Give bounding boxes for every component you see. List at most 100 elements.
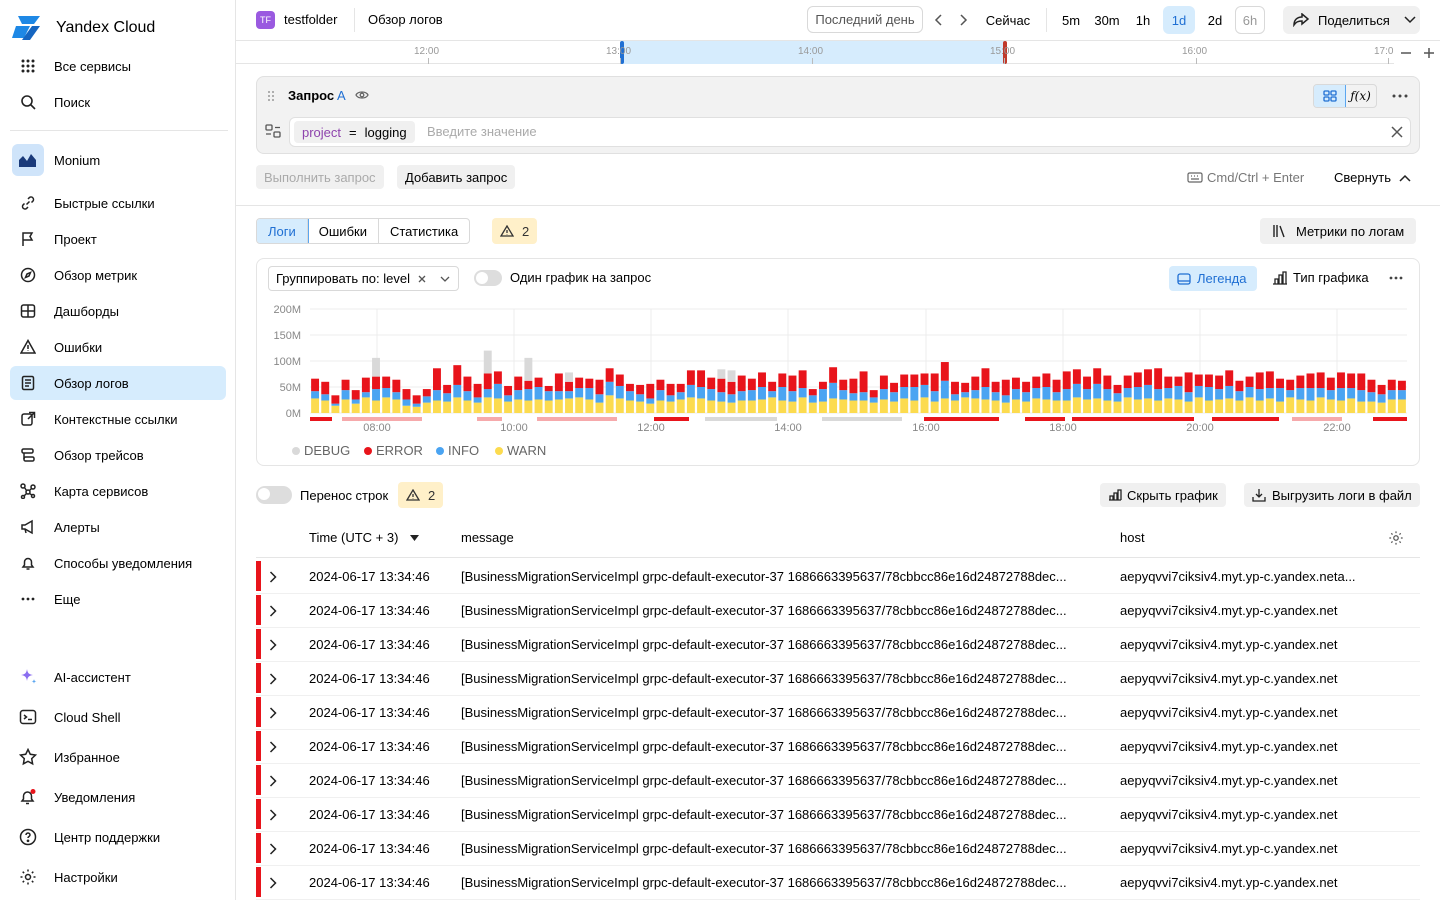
close-icon[interactable] bbox=[418, 275, 426, 283]
zoom-out-icon[interactable] bbox=[1400, 47, 1412, 59]
chevron-right-icon[interactable] bbox=[269, 809, 277, 821]
time-back-button[interactable] bbox=[930, 10, 948, 30]
table-row[interactable]: 2024-06-17 13:34:46 [BusinessMigrationSer… bbox=[256, 560, 1420, 594]
legend-item-info[interactable]: INFO bbox=[436, 443, 479, 458]
sidebar-item-metrics[interactable]: Обзор метрик bbox=[10, 258, 226, 292]
sidebar-item-favorites[interactable]: Избранное bbox=[10, 740, 226, 774]
sidebar-item-support[interactable]: Центр поддержки bbox=[10, 820, 226, 854]
tab-statistics[interactable]: Статистика bbox=[379, 219, 469, 243]
run-query-button[interactable]: Выполнить запрос bbox=[256, 165, 384, 189]
bar-segment-info bbox=[1133, 387, 1142, 400]
timeline-navigator[interactable]: 12:00 13:00 14:00 15:00 16:00 17:0 bbox=[236, 40, 1440, 64]
chevron-right-icon[interactable] bbox=[269, 673, 277, 685]
bar-segment-warn bbox=[1194, 397, 1203, 413]
table-row[interactable]: 2024-06-17 13:34:46 [BusinessMigrationSer… bbox=[256, 662, 1420, 696]
sidebar-item-notify-methods[interactable]: Способы уведомления bbox=[10, 546, 226, 580]
sidebar-item-more[interactable]: Еще bbox=[10, 582, 226, 616]
chevron-right-icon[interactable] bbox=[269, 571, 277, 583]
add-query-button[interactable]: Добавить запрос bbox=[397, 165, 516, 189]
sidebar-item-quick-links[interactable]: Быстрые ссылки bbox=[10, 186, 226, 220]
table-row[interactable]: 2024-06-17 13:34:46 [BusinessMigrationSer… bbox=[256, 764, 1420, 798]
legend-item-error[interactable]: ERROR bbox=[364, 443, 423, 458]
legend-item-debug[interactable]: DEBUG bbox=[292, 443, 350, 458]
warnings-badge[interactable]: 2 bbox=[492, 218, 538, 244]
sidebar-item-service-map[interactable]: Карта сервисов bbox=[10, 474, 226, 508]
preset-5m[interactable]: 5m bbox=[1056, 6, 1086, 34]
column-header-message[interactable]: message bbox=[461, 530, 514, 545]
legend-item-warn[interactable]: WARN bbox=[495, 443, 546, 458]
sidebar-item-errors[interactable]: Ошибки bbox=[10, 330, 226, 364]
collapse-button[interactable]: Свернуть bbox=[1334, 170, 1411, 185]
column-header-time[interactable]: Time (UTC + 3) bbox=[309, 530, 420, 545]
preset-1h[interactable]: 1h bbox=[1128, 6, 1158, 34]
sidebar-service-monium[interactable]: Monium bbox=[10, 142, 226, 178]
sidebar-item-ai-assistant[interactable]: AI-ассистент bbox=[10, 660, 226, 694]
builder-mode-button[interactable] bbox=[1314, 85, 1346, 107]
preset-2d[interactable]: 2d bbox=[1199, 6, 1231, 34]
now-button[interactable]: Сейчас bbox=[980, 8, 1036, 32]
sidebar-item-project[interactable]: Проект bbox=[10, 222, 226, 256]
sidebar-item-logs[interactable]: Обзор логов bbox=[10, 366, 226, 400]
gear-icon[interactable] bbox=[1388, 530, 1404, 546]
bar-segment-info bbox=[1062, 389, 1071, 401]
chevron-right-icon[interactable] bbox=[269, 741, 277, 753]
query-title: Запрос bbox=[288, 88, 335, 103]
sidebar-item-cloud-shell[interactable]: Cloud Shell bbox=[10, 700, 226, 734]
chevron-right-icon[interactable] bbox=[269, 605, 277, 617]
log-metrics-button[interactable]: Метрики по логам bbox=[1260, 218, 1417, 244]
preset-6h[interactable]: 6h bbox=[1235, 6, 1265, 34]
more-horizontal-icon[interactable] bbox=[1392, 94, 1408, 98]
time-forward-button[interactable] bbox=[954, 10, 972, 30]
one-chart-per-query-toggle[interactable] bbox=[474, 270, 502, 286]
chevron-right-icon[interactable] bbox=[269, 775, 277, 787]
table-row[interactable]: 2024-06-17 13:34:46 [BusinessMigrationSer… bbox=[256, 866, 1420, 900]
group-by-select[interactable]: Группировать по: level bbox=[268, 266, 459, 291]
eye-icon[interactable] bbox=[355, 90, 369, 100]
sidebar-item-alerts[interactable]: Алерты bbox=[10, 510, 226, 544]
tab-logs[interactable]: Логи bbox=[257, 219, 309, 243]
bar-segment-error bbox=[829, 367, 838, 383]
more-horizontal-icon[interactable] bbox=[1389, 276, 1403, 280]
table-row[interactable]: 2024-06-17 13:34:46 [BusinessMigrationSer… bbox=[256, 628, 1420, 662]
table-row[interactable]: 2024-06-17 13:34:46 [BusinessMigrationSer… bbox=[256, 696, 1420, 730]
bar-segment-error bbox=[361, 377, 370, 393]
filter-chip[interactable]: project = logging bbox=[294, 121, 415, 143]
drag-handle-icon[interactable] bbox=[267, 90, 275, 102]
legend-toggle-button[interactable]: Легенда bbox=[1169, 266, 1257, 291]
sidebar-item-search[interactable]: Поиск bbox=[10, 85, 226, 119]
sidebar-item-label: Карта сервисов bbox=[54, 483, 149, 499]
preset-1d[interactable]: 1d bbox=[1163, 6, 1195, 34]
log-volume-chart[interactable]: 0M 50M 100M 150M 200M 08:00 10:00 12:00 14:00 16:… bbox=[257, 295, 1417, 435]
chevron-right-icon[interactable] bbox=[269, 877, 277, 889]
chart-type-button[interactable]: Тип графика bbox=[1272, 270, 1369, 285]
sidebar-item-dashboards[interactable]: Дашборды bbox=[10, 294, 226, 328]
chevron-right-icon[interactable] bbox=[269, 843, 277, 855]
preset-30m[interactable]: 30m bbox=[1090, 6, 1124, 34]
share-button[interactable]: Поделиться bbox=[1283, 6, 1420, 34]
table-warnings-badge[interactable]: 2 bbox=[398, 482, 444, 508]
table-row[interactable]: 2024-06-17 13:34:46 [BusinessMigrationSer… bbox=[256, 594, 1420, 628]
brand-logo[interactable]: Yandex Cloud bbox=[12, 14, 155, 42]
sidebar-item-settings[interactable]: Настройки bbox=[10, 860, 226, 894]
time-range-select[interactable]: Последний день bbox=[807, 6, 923, 33]
chevron-right-icon[interactable] bbox=[269, 639, 277, 651]
table-row[interactable]: 2024-06-17 13:34:46 [BusinessMigrationSer… bbox=[256, 730, 1420, 764]
sidebar-item-notifications[interactable]: Уведомления bbox=[10, 780, 226, 814]
clear-icon[interactable] bbox=[1391, 126, 1403, 138]
table-row[interactable]: 2024-06-17 13:34:46 [BusinessMigrationSer… bbox=[256, 798, 1420, 832]
hide-chart-button[interactable]: Скрыть график bbox=[1100, 483, 1226, 507]
sidebar-item-traces[interactable]: Обзор трейсов bbox=[10, 438, 226, 472]
bar-segment-error bbox=[311, 378, 320, 392]
tab-errors[interactable]: Ошибки bbox=[308, 219, 379, 243]
wrap-lines-toggle[interactable] bbox=[256, 486, 292, 504]
breadcrumb-folder[interactable]: testfolder bbox=[284, 12, 337, 27]
sidebar-item-all-services[interactable]: Все сервисы bbox=[10, 49, 226, 83]
column-header-host[interactable]: host bbox=[1120, 530, 1145, 545]
chevron-right-icon[interactable] bbox=[269, 707, 277, 719]
sidebar-item-context-links[interactable]: Контекстные ссылки bbox=[10, 402, 226, 436]
code-mode-button[interactable]: ƒ(x) bbox=[1345, 85, 1376, 107]
export-logs-button[interactable]: Выгрузить логи в файл bbox=[1244, 483, 1420, 507]
table-row[interactable]: 2024-06-17 13:34:46 [BusinessMigrationSer… bbox=[256, 832, 1420, 866]
zoom-in-icon[interactable] bbox=[1423, 47, 1435, 59]
query-filter-input[interactable]: project = logging Введите значение bbox=[289, 117, 1411, 147]
